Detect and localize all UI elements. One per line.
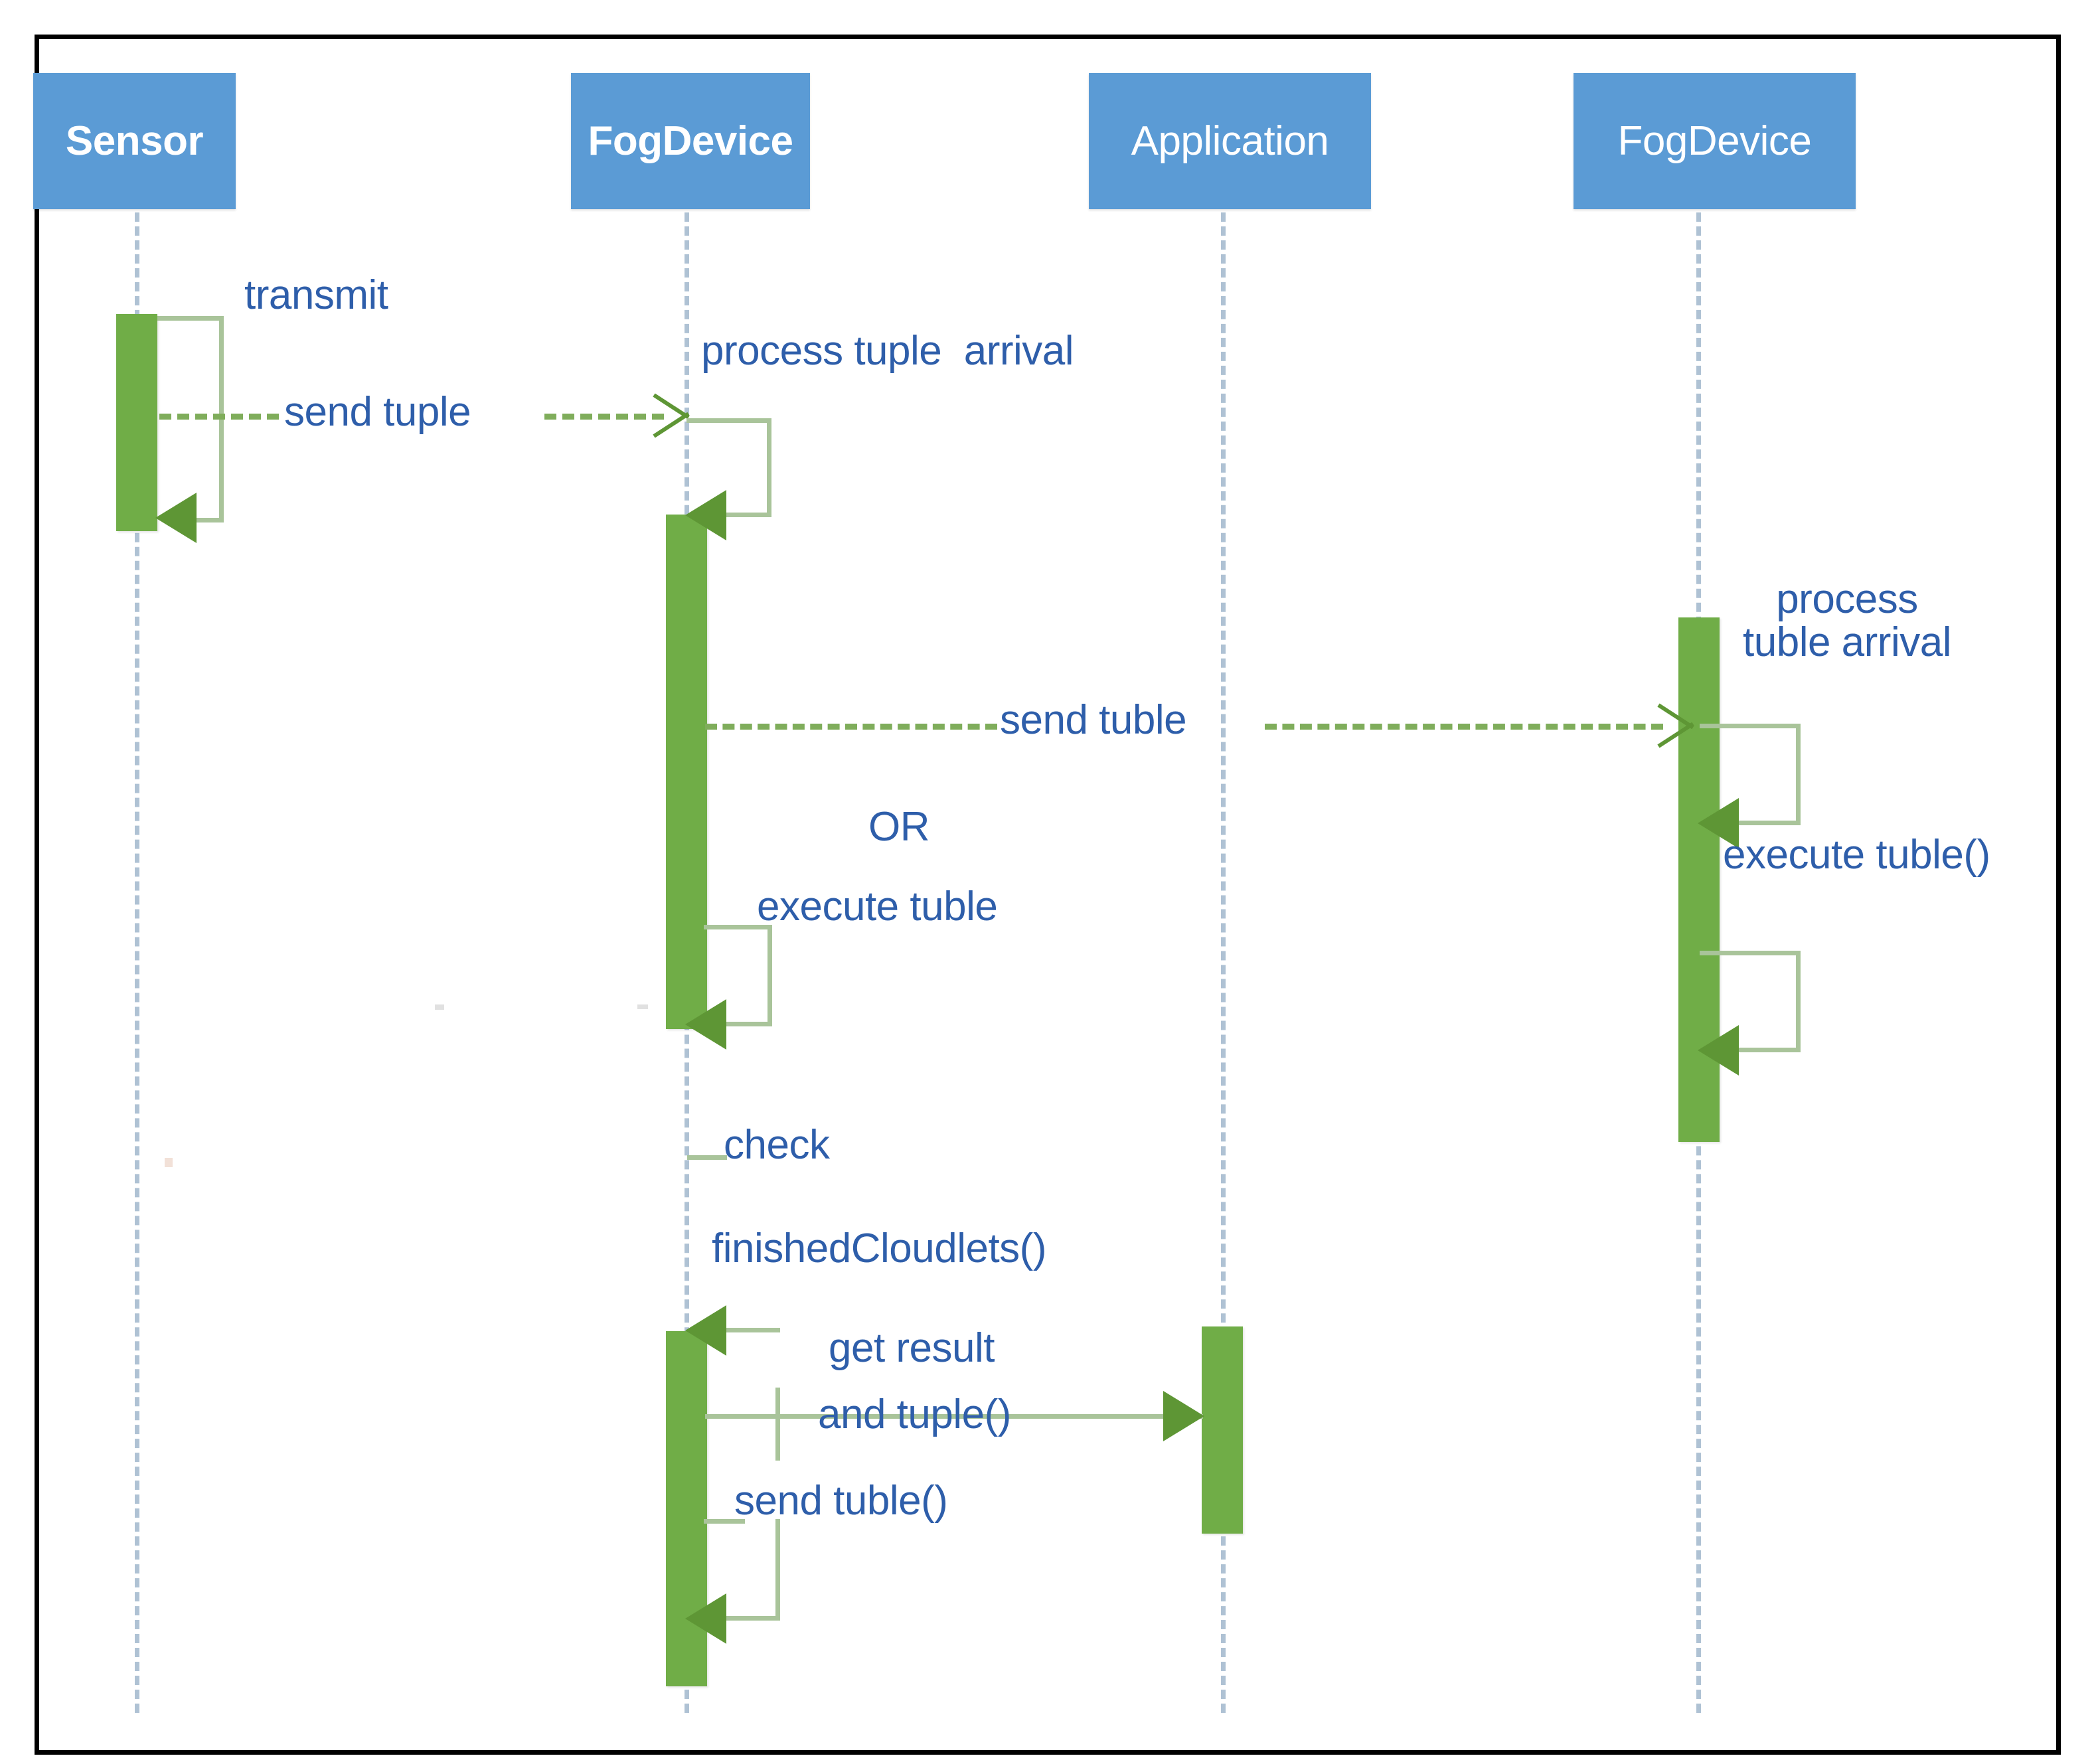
message-and-tuple-label: and tuple() [818,1392,1011,1437]
message-process-tuble-arrival-top [1700,724,1801,728]
lifeline-header-fogdevice-1-label: FogDevice [588,118,793,164]
message-send-tuple-line-right [544,414,664,420]
message-send-tuple-label: send tuple [284,389,471,435]
lifeline-header-fogdevice-2-label: FogDevice [1617,118,1812,164]
artifact-speck-1 [435,1004,444,1010]
lifeline-header-fogdevice-1[interactable]: FogDevice [571,73,810,209]
message-execute-tuble-paren-bottom [1733,1048,1801,1052]
message-send-tuble-arrowhead [1658,694,1696,758]
message-execute-tuble-paren-label: execute tuble() [1723,832,1990,878]
message-execute-tuble-paren-top [1700,951,1801,955]
message-check-label: check [724,1122,830,1168]
message-process-tuble-arrival-side [1796,724,1801,825]
message-send-tuble-paren-side [775,1519,780,1620]
message-execute-tuble-arrowhead [685,999,726,1050]
message-execute-tuble-paren-side [1796,951,1801,1052]
artifact-speck-2 [637,1004,648,1009]
activation-fogdevice-1-main [666,515,707,1029]
process-line-1: process [1776,576,1918,622]
message-get-result-arrowhead [1163,1391,1204,1441]
message-process-tuple-arrival-top [686,418,771,423]
lifeline-header-application-label: Application [1131,118,1329,164]
message-execute-tuble-bottom [720,1022,772,1026]
lifeline-header-sensor-label: Sensor [65,118,204,164]
message-transmit-label: transmit [244,272,388,318]
activation-application [1202,1326,1243,1534]
message-finished-cloudlets-label: finishedCloudlets() [712,1226,1046,1271]
message-transmit-arrowhead [155,493,197,543]
message-process-tuble-arrival-bottom [1733,821,1801,825]
message-execute-tuble-side [767,925,772,1026]
activation-sensor [116,314,157,531]
message-send-tuble-line-right [1265,724,1663,730]
message-send-tuble-paren-label: send tuble() [734,1478,948,1524]
message-check-cloudlets-arrowhead [685,1305,726,1356]
message-send-tuble-paren-arrowhead [685,1593,726,1644]
message-send-tuble-paren-bottom [720,1616,780,1621]
artifact-speck-3 [165,1158,173,1167]
message-send-tuple-arrowhead [654,384,691,447]
message-send-tuple-line-left [159,414,279,420]
message-transmit-top [157,316,224,321]
message-execute-tuble-paren-arrowhead [1698,1025,1739,1076]
message-send-tuble-label: send tuble [1000,697,1187,743]
lifeline-header-fogdevice-2[interactable]: FogDevice [1574,73,1856,209]
sequence-diagram-canvas: Sensor FogDevice Application FogDevice t… [0,0,2098,1764]
message-process-tuple-arrival-side [767,418,771,517]
message-check-cloudlets-top [687,1155,727,1160]
message-send-tuble-line-left [705,724,997,730]
lifeline-header-application[interactable]: Application [1089,73,1371,209]
message-process-tuble-arrival-label: process tuble arrival [1743,578,1951,664]
message-process-tuple-arrival-arrowhead [685,490,726,540]
message-execute-tuble-label: execute tuble [757,884,998,929]
message-process-tuple-arrival-label: process tuple arrival [701,328,1074,374]
message-check-cloudlets-side [775,1388,780,1461]
lifeline-header-sensor[interactable]: Sensor [33,73,236,209]
message-or-label: OR [868,804,930,850]
message-process-tuple-arrival-bottom [720,513,771,517]
process-line-2: tuble arrival [1743,619,1951,666]
message-get-result-label: get result [829,1325,995,1371]
message-check-cloudlets-bottom [720,1328,780,1332]
